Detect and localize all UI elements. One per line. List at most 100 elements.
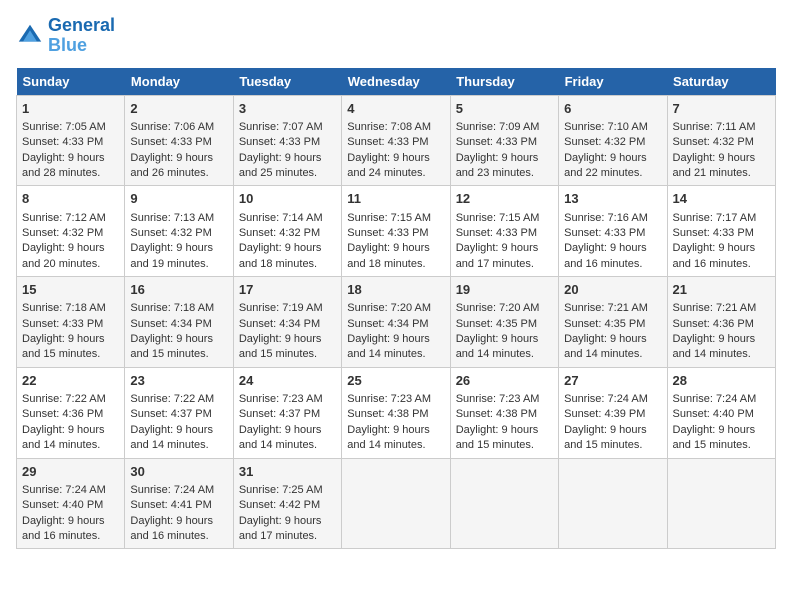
- sunset-text: Sunset: 4:32 PM: [564, 136, 645, 148]
- daylight-text: Daylight: 9 hours and 15 minutes.: [22, 333, 105, 360]
- calendar-day-28: 28Sunrise: 7:24 AMSunset: 4:40 PMDayligh…: [667, 367, 775, 458]
- sunrise-text: Sunrise: 7:10 AM: [564, 121, 648, 133]
- calendar-day-31: 31Sunrise: 7:25 AMSunset: 4:42 PMDayligh…: [233, 458, 341, 549]
- calendar-empty-cell: [559, 458, 667, 549]
- sunset-text: Sunset: 4:33 PM: [456, 136, 537, 148]
- day-number: 27: [564, 372, 661, 390]
- sunset-text: Sunset: 4:42 PM: [239, 499, 320, 511]
- sunset-text: Sunset: 4:41 PM: [130, 499, 211, 511]
- daylight-text: Daylight: 9 hours and 18 minutes.: [239, 242, 322, 269]
- daylight-text: Daylight: 9 hours and 14 minutes.: [564, 333, 647, 360]
- day-number: 2: [130, 100, 227, 118]
- day-number: 10: [239, 190, 336, 208]
- sunset-text: Sunset: 4:33 PM: [130, 136, 211, 148]
- sunrise-text: Sunrise: 7:19 AM: [239, 302, 323, 314]
- sunset-text: Sunset: 4:37 PM: [130, 408, 211, 420]
- day-number: 22: [22, 372, 119, 390]
- daylight-text: Daylight: 9 hours and 24 minutes.: [347, 152, 430, 179]
- calendar-day-19: 19Sunrise: 7:20 AMSunset: 4:35 PMDayligh…: [450, 277, 558, 368]
- calendar-day-6: 6Sunrise: 7:10 AMSunset: 4:32 PMDaylight…: [559, 95, 667, 186]
- sunrise-text: Sunrise: 7:23 AM: [347, 393, 431, 405]
- day-number: 20: [564, 281, 661, 299]
- calendar-day-24: 24 Sunrise: 7:23 AM Sunset: 4:37 PM Dayligh…: [233, 367, 341, 458]
- sunset-text: Sunset: 4:32 PM: [130, 227, 211, 239]
- sunrise-text: Sunrise: 7:14 AM: [239, 212, 323, 224]
- sunrise-text: Sunrise: 7:16 AM: [564, 212, 648, 224]
- daylight-text: Daylight: 9 hours and 21 minutes.: [673, 152, 756, 179]
- daylight-text: Daylight: 9 hours and 16 minutes.: [130, 515, 213, 542]
- sunrise-text: Sunrise: 7:22 AM: [130, 393, 214, 405]
- weekday-header-saturday: Saturday: [667, 68, 775, 96]
- calendar-day-26: 26Sunrise: 7:23 AMSunset: 4:38 PMDayligh…: [450, 367, 558, 458]
- weekday-header-thursday: Thursday: [450, 68, 558, 96]
- calendar-empty-cell: [667, 458, 775, 549]
- calendar-day-11: 11Sunrise: 7:15 AMSunset: 4:33 PMDayligh…: [342, 186, 450, 277]
- weekday-header-friday: Friday: [559, 68, 667, 96]
- daylight-text: Daylight: 9 hours and 25 minutes.: [239, 152, 322, 179]
- daylight-text: Daylight: 9 hours and 16 minutes.: [22, 515, 105, 542]
- day-number: 1: [22, 100, 119, 118]
- sunset-text: Sunset: 4:34 PM: [239, 318, 320, 330]
- calendar-day-13: 13Sunrise: 7:16 AMSunset: 4:33 PMDayligh…: [559, 186, 667, 277]
- daylight-text: Daylight: 9 hours and 14 minutes.: [347, 333, 430, 360]
- sunset-text: Sunset: 4:40 PM: [673, 408, 754, 420]
- sunrise-text: Sunrise: 7:24 AM: [673, 393, 757, 405]
- day-number: 15: [22, 281, 119, 299]
- weekday-header-monday: Monday: [125, 68, 233, 96]
- calendar-header: SundayMondayTuesdayWednesdayThursdayFrid…: [17, 68, 776, 96]
- sunset-text: Sunset: 4:32 PM: [239, 227, 320, 239]
- sunrise-text: Sunrise: 7:22 AM: [22, 393, 106, 405]
- sunset-text: Sunset: 4:32 PM: [673, 136, 754, 148]
- calendar-week-row: 22 Sunrise: 7:22 AM Sunset: 4:36 PM Dayligh…: [17, 367, 776, 458]
- day-number: 18: [347, 281, 444, 299]
- sunrise-text: Sunrise: 7:21 AM: [564, 302, 648, 314]
- day-number: 6: [564, 100, 661, 118]
- sunset-text: Sunset: 4:33 PM: [673, 227, 754, 239]
- day-number: 14: [673, 190, 770, 208]
- day-number: 16: [130, 281, 227, 299]
- sunset-text: Sunset: 4:33 PM: [239, 136, 320, 148]
- sunrise-text: Sunrise: 7:20 AM: [347, 302, 431, 314]
- weekday-header-row: SundayMondayTuesdayWednesdayThursdayFrid…: [17, 68, 776, 96]
- calendar-empty-cell: [342, 458, 450, 549]
- day-number: 7: [673, 100, 770, 118]
- day-number: 29: [22, 463, 119, 481]
- calendar-day-14: 14Sunrise: 7:17 AMSunset: 4:33 PMDayligh…: [667, 186, 775, 277]
- day-number: 12: [456, 190, 553, 208]
- daylight-text: Daylight: 9 hours and 14 minutes.: [130, 424, 213, 451]
- calendar-day-4: 4Sunrise: 7:08 AMSunset: 4:33 PMDaylight…: [342, 95, 450, 186]
- weekday-header-sunday: Sunday: [17, 68, 125, 96]
- sunset-text: Sunset: 4:37 PM: [239, 408, 320, 420]
- daylight-text: Daylight: 9 hours and 14 minutes.: [239, 424, 322, 451]
- calendar-day-30: 30Sunrise: 7:24 AMSunset: 4:41 PMDayligh…: [125, 458, 233, 549]
- daylight-text: Daylight: 9 hours and 19 minutes.: [130, 242, 213, 269]
- day-number: 19: [456, 281, 553, 299]
- sunset-text: Sunset: 4:36 PM: [22, 408, 103, 420]
- calendar-day-21: 21Sunrise: 7:21 AMSunset: 4:36 PMDayligh…: [667, 277, 775, 368]
- sunset-text: Sunset: 4:38 PM: [456, 408, 537, 420]
- calendar-day-16: 16Sunrise: 7:18 AMSunset: 4:34 PMDayligh…: [125, 277, 233, 368]
- sunrise-text: Sunrise: 7:15 AM: [456, 212, 540, 224]
- calendar-day-23: 23Sunrise: 7:22 AMSunset: 4:37 PMDayligh…: [125, 367, 233, 458]
- day-number: 24: [239, 372, 336, 390]
- calendar-day-20: 20Sunrise: 7:21 AMSunset: 4:35 PMDayligh…: [559, 277, 667, 368]
- day-number: 26: [456, 372, 553, 390]
- day-number: 30: [130, 463, 227, 481]
- calendar-day-1: 1Sunrise: 7:05 AMSunset: 4:33 PMDaylight…: [17, 95, 125, 186]
- day-number: 31: [239, 463, 336, 481]
- calendar-day-10: 10 Sunrise: 7:14 AM Sunset: 4:32 PM Dayligh…: [233, 186, 341, 277]
- day-number: 4: [347, 100, 444, 118]
- day-number: 17: [239, 281, 336, 299]
- calendar-body: 1 Sunrise: 7:05 AM Sunset: 4:33 PM Daylight…: [17, 95, 776, 549]
- sunset-text: Sunset: 4:40 PM: [22, 499, 103, 511]
- calendar-day-7: 7Sunrise: 7:11 AMSunset: 4:32 PMDaylight…: [667, 95, 775, 186]
- day-number: 13: [564, 190, 661, 208]
- daylight-text: Daylight: 9 hours and 15 minutes.: [673, 424, 756, 451]
- daylight-text: Daylight: 9 hours and 18 minutes.: [347, 242, 430, 269]
- sunrise-text: Sunrise: 7:05 AM: [22, 121, 106, 133]
- sunrise-text: Sunrise: 7:23 AM: [239, 393, 323, 405]
- daylight-text: Daylight: 9 hours and 14 minutes.: [456, 333, 539, 360]
- sunrise-text: Sunrise: 7:24 AM: [564, 393, 648, 405]
- daylight-text: Daylight: 9 hours and 16 minutes.: [673, 242, 756, 269]
- calendar-day-9: 9Sunrise: 7:13 AMSunset: 4:32 PMDaylight…: [125, 186, 233, 277]
